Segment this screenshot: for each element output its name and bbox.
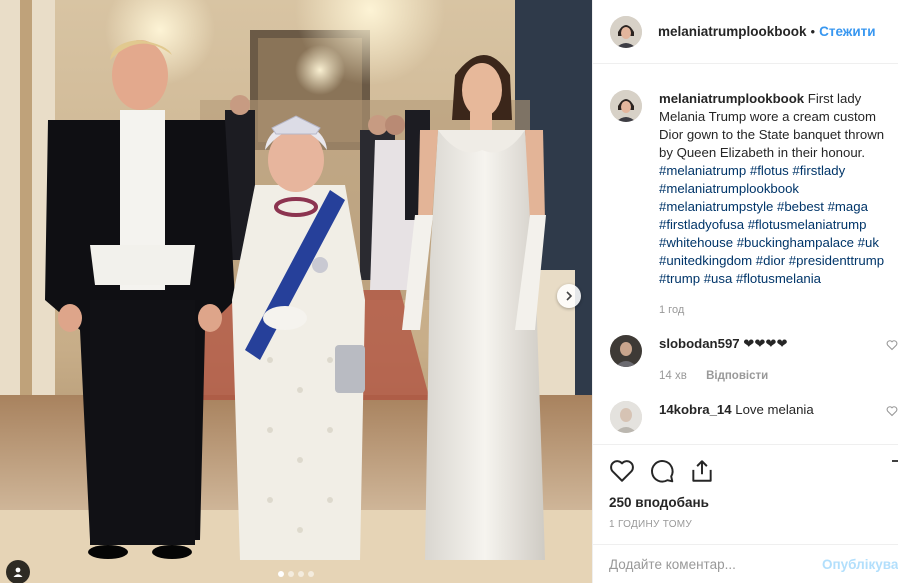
avatar[interactable] [610,335,642,367]
avatar[interactable] [610,15,642,48]
post-photo[interactable] [0,0,592,583]
post-header: melaniatrumplookbook • Стежити [593,0,898,64]
post-sidebar: melaniatrumplookbook • Стежити melaniatr… [592,0,898,583]
comment-input[interactable]: Додайте коментар... [609,557,736,572]
comment-username[interactable]: slobodan597 [659,336,740,351]
chevron-right-icon [566,291,573,301]
avatar-icon [610,15,642,48]
like-comment-icon[interactable] [886,339,898,351]
carousel-next-button[interactable] [557,284,581,308]
post-image [0,0,592,583]
carousel-dot [298,571,304,577]
caption-hashtags[interactable]: #melaniatrump #flotus #firstlady #melani… [659,163,884,286]
share-icon[interactable] [689,458,715,484]
publish-button[interactable]: Опублікувати [822,557,898,572]
post-actions: 250 вподобань 1 ГОДИНУ ТОМУ [593,444,898,530]
comment-item: slobodan597 ❤❤❤❤ 14 хв Відповісти [593,335,898,385]
comment-text: 14kobra_14 Love melania [659,401,814,433]
carousel-dot [308,571,314,577]
comment-time: 14 хв [659,370,687,382]
avatar-icon [610,335,642,367]
user-tag-icon [13,567,23,577]
comments-list[interactable]: melaniatrumplookbook First lady Melania … [593,65,898,444]
comment-body: ❤❤❤❤ [739,336,788,351]
carousel-dot [288,571,294,577]
header-separator: • [810,24,816,39]
carousel-dots [0,571,592,577]
caption-text: melaniatrumplookbook First lady Melania … [659,90,898,319]
heart-icon[interactable] [609,458,635,484]
comment-item: 14kobra_14 Love melania [593,401,898,433]
avatar[interactable] [610,90,642,122]
header-username[interactable]: melaniatrumplookbook [658,24,807,39]
like-comment-icon[interactable] [886,405,898,417]
caption-time: 1 год [659,304,685,316]
comment-meta: 14 хв Відповісти [659,367,788,385]
add-comment-bar: Додайте коментар... Опублікувати [593,544,898,583]
comment-icon[interactable] [649,458,675,484]
likes-count[interactable]: 250 вподобань [609,495,898,510]
post-timestamp[interactable]: 1 ГОДИНУ ТОМУ [609,519,898,530]
comment-body: Love melania [731,402,814,417]
avatar[interactable] [610,401,642,433]
user-tag-button[interactable] [6,560,30,583]
carousel-dot [278,571,284,577]
caption-username[interactable]: melaniatrumplookbook [659,91,804,106]
avatar-icon [610,90,642,122]
bookmark-icon[interactable] [891,460,898,486]
caption: melaniatrumplookbook First lady Melania … [593,65,898,319]
follow-button[interactable]: Стежити [819,24,875,39]
avatar-icon [610,401,642,433]
comment-text: slobodan597 ❤❤❤❤ 14 хв Відповісти [659,335,788,385]
comment-username[interactable]: 14kobra_14 [659,402,732,417]
action-icons [609,457,898,485]
reply-button[interactable]: Відповісти [706,370,768,382]
